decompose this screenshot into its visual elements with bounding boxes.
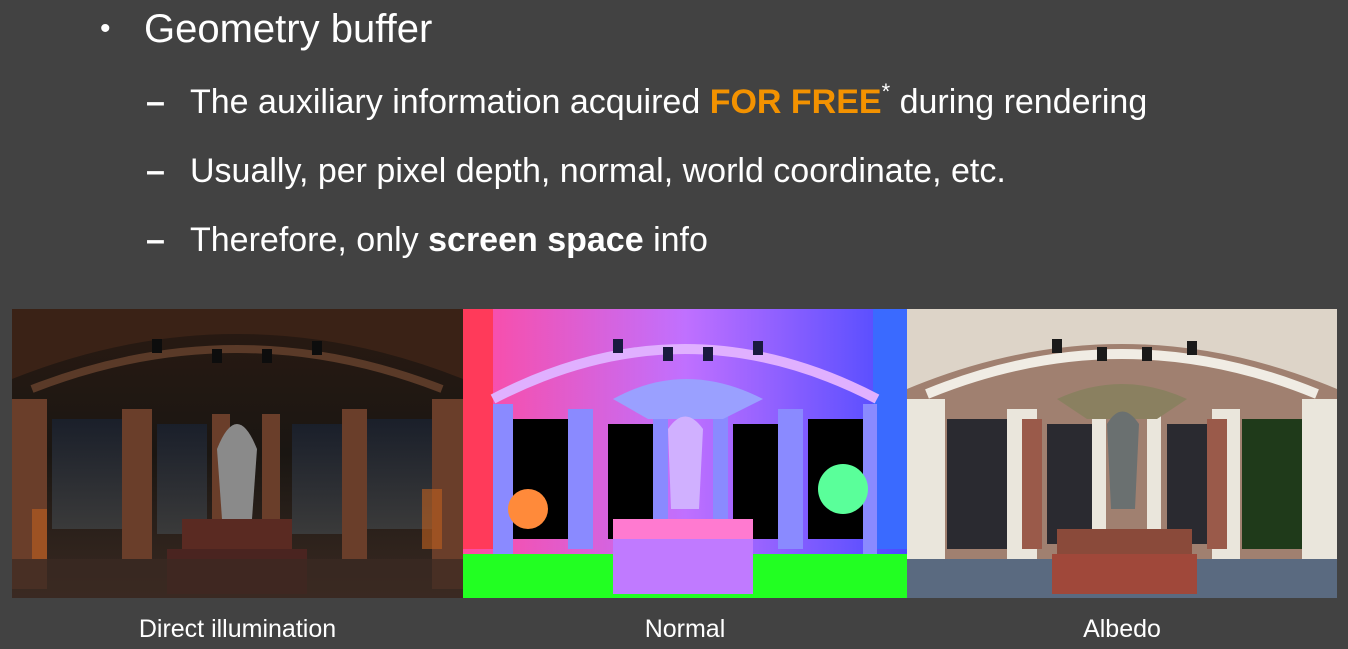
bullet-dot-icon: • — [100, 12, 111, 45]
render-comparison — [12, 309, 1337, 598]
bullet-item-2: – Usually, per pixel depth, normal, worl… — [146, 151, 1006, 191]
render-direct-illumination-icon — [12, 309, 463, 598]
bullet-text-part: The auxiliary information acquired — [190, 83, 710, 121]
dash-icon: – — [146, 221, 165, 259]
bullet-item-1: – The auxiliary information acquired FOR… — [146, 79, 1148, 122]
bullet-text: The auxiliary information acquired FOR F… — [190, 79, 1148, 122]
render-normal-buffer-icon — [463, 309, 907, 598]
bullet-text-part: during rendering — [890, 83, 1148, 121]
bullet-item-3: – Therefore, only screen space info — [146, 220, 708, 260]
normal-image — [463, 309, 907, 598]
bullet-text: Therefore, only screen space info — [190, 220, 708, 260]
direct-illumination-image — [12, 309, 463, 598]
dash-icon: – — [146, 83, 165, 121]
for-free-highlight: FOR FREE — [709, 83, 882, 121]
slide-heading: Geometry buffer — [144, 7, 433, 51]
render-albedo-buffer-icon — [907, 309, 1337, 598]
asterisk-footnote: * — [881, 79, 891, 104]
heading-row: • Geometry buffer — [100, 6, 432, 52]
albedo-image — [907, 309, 1337, 598]
bullet-text: Usually, per pixel depth, normal, world … — [190, 152, 1006, 190]
bullet-text-part: Therefore, only — [190, 221, 429, 259]
caption-albedo: Albedo — [1083, 615, 1161, 643]
slide: • Geometry buffer – The auxiliary inform… — [0, 0, 1348, 649]
screen-space-bold: screen space — [428, 221, 644, 259]
dash-icon: – — [146, 152, 165, 190]
caption-direct-illumination: Direct illumination — [138, 615, 337, 643]
caption-normal: Normal — [644, 615, 726, 643]
bullet-text-part: info — [643, 221, 708, 259]
